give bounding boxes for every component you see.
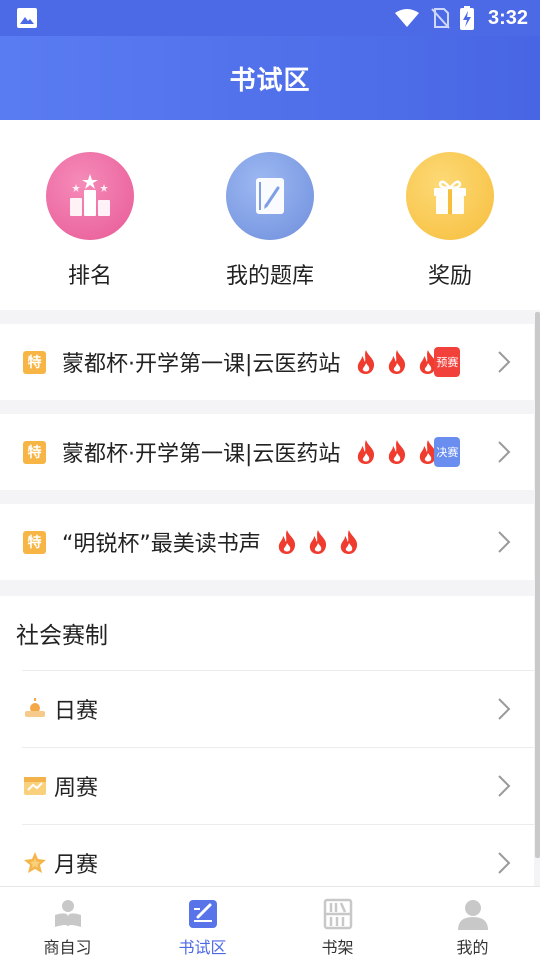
hot-flames [354,439,440,465]
quick-action-label: 奖励 [427,264,472,289]
star-medal-icon [24,852,46,873]
special-tag: 特 [23,440,46,464]
quick-action-ranking[interactable]: 排名 [0,120,180,310]
quick-action-rewards[interactable]: 奖励 [360,120,540,310]
exam-paper-icon [188,900,217,928]
special-tag: 特 [23,530,46,554]
tab-profile[interactable]: 我的 [405,887,540,960]
calendar-week-icon [24,777,46,795]
person-icon [457,900,488,930]
tab-label: 书试区 [178,938,227,957]
contest-row[interactable]: 特 “明锐杯”最美读书声 [0,504,534,580]
page-title: 书试区 [229,65,311,96]
ranking-circle [46,152,134,240]
chevron-right-icon [498,531,511,553]
hot-flames [354,349,440,375]
chevron-right-icon [498,351,511,373]
flame-icon [278,530,295,554]
battery-charging-icon [459,6,474,30]
social-competitions: 社会赛制 日赛 周赛 月赛 [0,596,534,886]
quick-action-label: 排名 [67,264,112,289]
contest-row[interactable]: 特 蒙都杯·开学第一课|云医药站 决赛 [0,414,534,490]
image-notification-icon [17,8,37,28]
flame-icon [358,440,375,464]
contest-title: 蒙都杯·开学第一课|云医药站 [62,352,341,377]
section-title: 社会赛制 [16,623,108,649]
status-bar: 3:32 [0,0,540,36]
tab-exam[interactable]: 书试区 [135,887,270,960]
flame-icon [358,350,375,374]
contest-title: “明锐杯”最美读书声 [62,532,261,557]
podium-stars-icon [70,174,110,216]
final-badge: 决赛 [434,437,461,467]
tab-study[interactable]: 商自习 [0,887,135,960]
wifi-icon [394,9,419,27]
flame-icon [389,440,406,464]
chevron-right-icon [498,775,511,797]
chevron-right-icon [498,441,511,463]
list-item-label: 月赛 [54,853,99,878]
clock: 3:32 [487,6,528,29]
no-sim-icon [431,8,450,29]
reader-icon [54,900,81,927]
flame-icon [389,350,406,374]
scrollbar[interactable] [535,312,540,858]
quick-action-question-bank[interactable]: 我的题库 [180,120,360,310]
tab-bookshelf[interactable]: 书架 [270,887,405,960]
contest-title: 蒙都杯·开学第一课|云医药站 [62,442,341,467]
special-tag: 特 [23,350,46,374]
question-bank-circle [226,152,314,240]
list-item-label: 日赛 [54,699,99,724]
tab-label: 我的 [456,938,489,957]
list-item-daily[interactable]: 日赛 [22,670,534,747]
quick-actions: 排名 我的题库 奖励 [0,120,540,310]
rewards-circle [406,152,494,240]
list-item-weekly[interactable]: 周赛 [22,747,534,824]
sunrise-icon [25,698,45,717]
tab-label: 商自习 [43,938,92,957]
app-bar: 书试区 [0,36,540,120]
flame-icon [309,530,326,554]
flame-icon [340,530,357,554]
gift-box-icon [434,180,466,214]
list-item-label: 周赛 [54,776,99,801]
chevron-right-icon [498,698,511,720]
contest-row[interactable]: 特 蒙都杯·开学第一课|云医药站 预赛 [0,324,534,400]
preliminary-badge: 预赛 [434,347,461,377]
chevron-right-icon [498,852,511,874]
bookshelf-icon [323,898,352,930]
hot-flames [275,529,361,555]
tab-label: 书架 [321,938,354,957]
notebook-pen-icon [256,178,284,214]
quick-action-label: 我的题库 [225,264,314,289]
bottom-tab-bar: 商自习 书试区 书架 我的 [0,886,540,960]
